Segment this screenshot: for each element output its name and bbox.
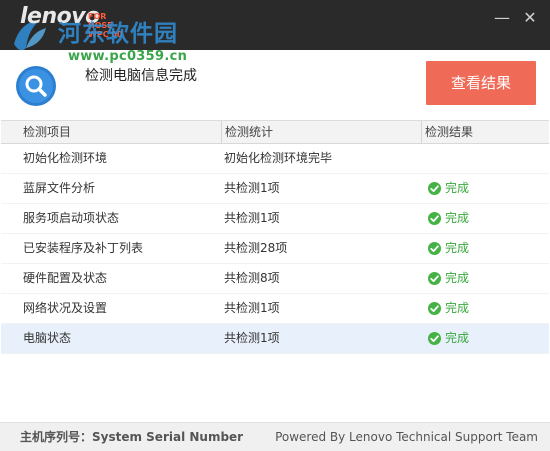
cell-item: 硬件配置及状态 — [23, 271, 108, 285]
cell-item: 蓝屏文件分析 — [23, 181, 96, 195]
results-table: 检测项目 检测统计 检测结果 初始化检测环境 初始化检测环境完毕 蓝屏文件分析 共检测… — [1, 120, 549, 423]
result-label: 完成 — [445, 301, 470, 315]
title-bar: lenovo FOR HOSE WPC 00 河东软件园 — ✕ — [0, 0, 550, 51]
table-header: 检测项目 检测统计 检测结果 — [1, 121, 549, 144]
cell-item: 网络状况及设置 — [23, 301, 108, 315]
table-row[interactable]: 电脑状态 共检测1项 完成 — [1, 324, 549, 354]
cell-result: 完成 — [421, 294, 549, 323]
footer: 主机序列号：System Serial Number Powered By Le… — [0, 422, 550, 451]
result-label: 完成 — [445, 211, 470, 225]
check-icon — [428, 242, 441, 255]
cell-stat: 共检测8项 — [224, 271, 280, 285]
cell-stat: 共检测1项 — [224, 181, 280, 195]
cell-item: 初始化检测环境 — [23, 151, 108, 165]
cell-result: 完成 — [421, 264, 549, 293]
table-row[interactable]: 服务项启动项状态 共检测1项 完成 — [1, 204, 549, 234]
table-row[interactable]: 已安装程序及补丁列表 共检测28项 完成 — [1, 234, 549, 264]
check-icon — [428, 212, 441, 225]
cell-item: 服务项启动项状态 — [23, 211, 120, 225]
scan-header: www.pc0359.cn 检测电脑信息完成 查看结果 — [0, 49, 550, 120]
serial-number: 主机序列号：System Serial Number — [20, 430, 244, 444]
check-icon — [428, 302, 441, 315]
watermark-title: 河东软件园 — [58, 21, 178, 47]
column-header-stat[interactable]: 检测统计 — [221, 121, 421, 143]
cell-stat: 共检测1项 — [224, 331, 280, 345]
magnifier-icon — [16, 66, 56, 106]
column-header-result[interactable]: 检测结果 — [421, 121, 549, 143]
check-icon — [428, 332, 441, 345]
result-label: 完成 — [445, 241, 470, 255]
table-row[interactable]: 初始化检测环境 初始化检测环境完毕 — [1, 144, 549, 174]
close-button[interactable]: ✕ — [520, 8, 540, 28]
table-row[interactable]: 蓝屏文件分析 共检测1项 完成 — [1, 174, 549, 204]
cell-result: 完成 — [421, 204, 549, 233]
table-row[interactable]: 网络状况及设置 共检测1项 完成 — [1, 294, 549, 324]
cell-item: 电脑状态 — [23, 331, 72, 345]
cell-stat: 共检测1项 — [224, 301, 280, 315]
result-label: 完成 — [445, 181, 470, 195]
check-icon — [428, 182, 441, 195]
view-results-button[interactable]: 查看结果 — [426, 61, 536, 105]
watermark-url: www.pc0359.cn — [68, 49, 188, 64]
column-header-item[interactable]: 检测项目 — [1, 121, 221, 143]
cell-result — [421, 144, 549, 173]
cell-result: 完成 — [421, 234, 549, 263]
table-row[interactable]: 硬件配置及状态 共检测8项 完成 — [1, 264, 549, 294]
minimize-button[interactable]: — — [492, 8, 512, 28]
cell-stat: 共检测1项 — [224, 211, 280, 225]
scan-status: 检测电脑信息完成 — [85, 68, 197, 84]
check-icon — [428, 272, 441, 285]
cell-item: 已安装程序及补丁列表 — [23, 241, 144, 255]
cell-stat: 共检测28项 — [224, 241, 288, 255]
cell-result: 完成 — [421, 174, 549, 203]
cell-result: 完成 — [421, 324, 549, 353]
cell-stat: 初始化检测环境完毕 — [224, 151, 333, 165]
result-label: 完成 — [445, 331, 470, 345]
powered-by: Powered By Lenovo Technical Support Team — [275, 430, 538, 444]
result-label: 完成 — [445, 271, 470, 285]
